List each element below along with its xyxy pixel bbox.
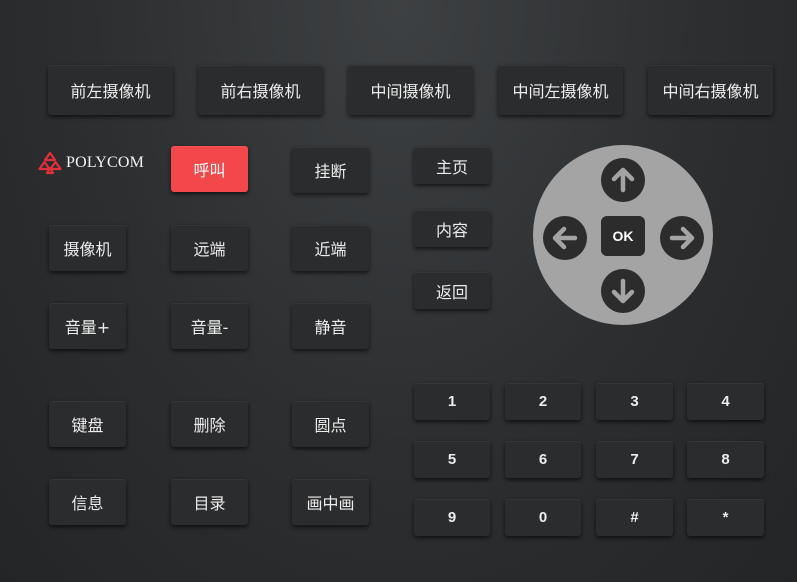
ok-button[interactable]: OK xyxy=(601,216,645,256)
logo-text: POLYCOM xyxy=(66,154,145,171)
camera-button[interactable]: 摄像机 xyxy=(49,225,126,271)
key-7[interactable]: 7 xyxy=(596,441,673,478)
polycom-logo: POLYCOM xyxy=(38,151,144,175)
key-0[interactable]: 0 xyxy=(505,499,581,536)
back-button[interactable]: 返回 xyxy=(414,272,490,309)
dpad: OK xyxy=(533,145,713,325)
arrow-right-icon xyxy=(669,226,695,250)
arrow-left-button[interactable] xyxy=(543,216,587,260)
camera-center-button[interactable]: 中间摄像机 xyxy=(348,65,473,115)
volume-up-button[interactable]: 音量+ xyxy=(49,303,126,349)
arrow-down-button[interactable] xyxy=(601,269,645,313)
far-end-button[interactable]: 远端 xyxy=(171,225,248,271)
camera-front-right-button[interactable]: 前右摄像机 xyxy=(198,65,323,115)
hangup-button[interactable]: 挂断 xyxy=(292,147,369,193)
dot-button[interactable]: 圆点 xyxy=(292,401,369,447)
arrow-left-icon xyxy=(552,226,578,250)
mute-button[interactable]: 静音 xyxy=(292,303,369,349)
keyboard-button[interactable]: 键盘 xyxy=(49,401,126,447)
home-button[interactable]: 主页 xyxy=(414,147,490,184)
key-9[interactable]: 9 xyxy=(414,499,490,536)
key-4[interactable]: 4 xyxy=(687,383,764,420)
pip-button[interactable]: 画中画 xyxy=(292,479,369,525)
key-5[interactable]: 5 xyxy=(414,441,490,478)
key-1[interactable]: 1 xyxy=(414,383,490,420)
key-2[interactable]: 2 xyxy=(505,383,581,420)
near-end-button[interactable]: 近端 xyxy=(292,225,369,271)
camera-center-right-button[interactable]: 中间右摄像机 xyxy=(648,65,773,115)
key-3[interactable]: 3 xyxy=(596,383,673,420)
directory-button[interactable]: 目录 xyxy=(171,479,248,525)
arrow-up-icon xyxy=(611,167,635,193)
camera-front-left-button[interactable]: 前左摄像机 xyxy=(48,65,173,115)
volume-down-button[interactable]: 音量- xyxy=(171,303,248,349)
key-6[interactable]: 6 xyxy=(505,441,581,478)
arrow-right-button[interactable] xyxy=(660,216,704,260)
arrow-down-icon xyxy=(611,278,635,304)
polycom-logo-icon xyxy=(38,151,62,175)
info-button[interactable]: 信息 xyxy=(49,479,126,525)
delete-button[interactable]: 删除 xyxy=(171,401,248,447)
content-button[interactable]: 内容 xyxy=(414,210,490,247)
camera-center-left-button[interactable]: 中间左摄像机 xyxy=(498,65,623,115)
key-star[interactable]: * xyxy=(687,499,764,536)
key-8[interactable]: 8 xyxy=(687,441,764,478)
call-button[interactable]: 呼叫 xyxy=(171,146,248,192)
key-hash[interactable]: # xyxy=(596,499,673,536)
arrow-up-button[interactable] xyxy=(601,158,645,202)
